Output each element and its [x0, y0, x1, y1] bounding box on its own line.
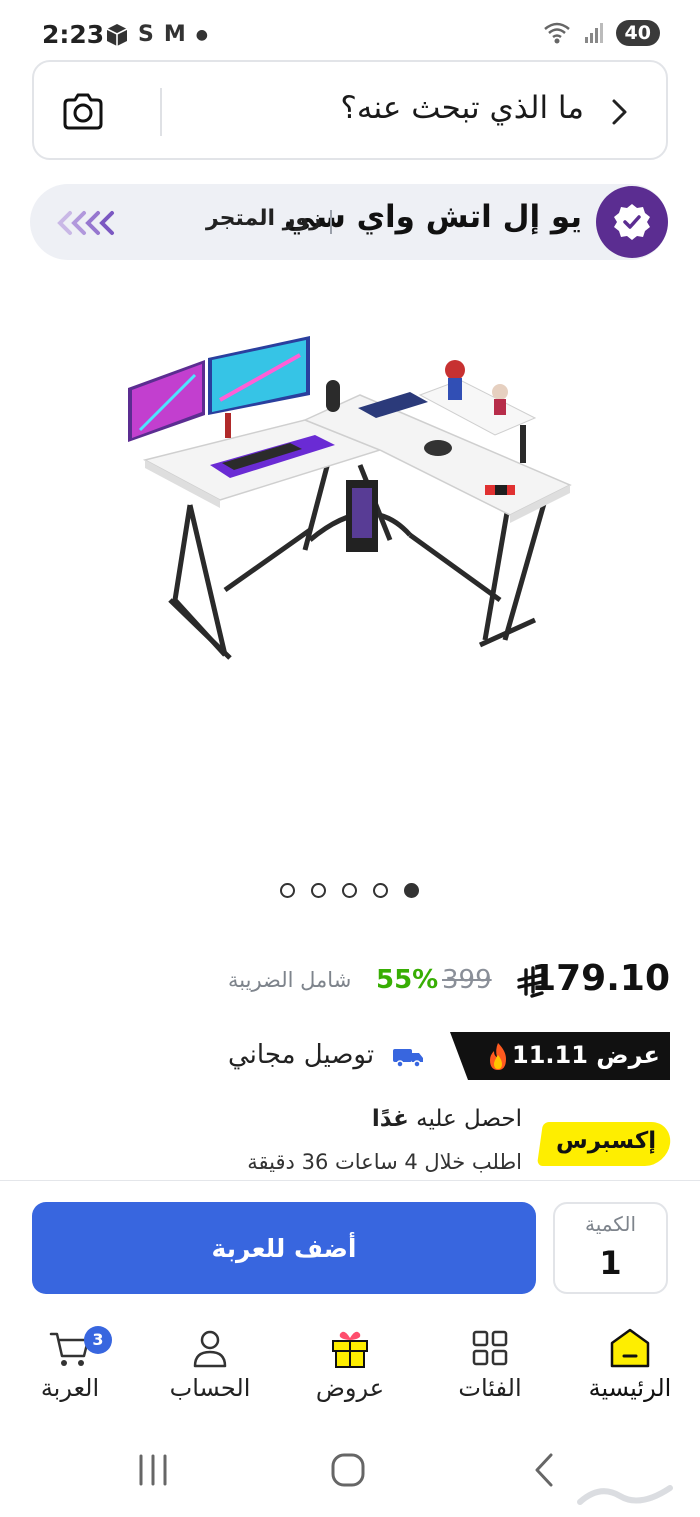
add-to-cart-button[interactable]: أضف للعربة	[32, 1202, 536, 1294]
free-delivery-label: توصيل مجاني	[228, 1040, 375, 1070]
status-time: 2:23	[42, 20, 105, 49]
nav-label-account: الحساب	[169, 1374, 251, 1402]
chevron-right-icon[interactable]	[602, 95, 636, 129]
account-icon	[193, 1330, 227, 1368]
home-icon	[610, 1328, 650, 1368]
categories-icon	[472, 1330, 508, 1366]
discount-percent: 55%	[376, 965, 439, 995]
store-name[interactable]: يو إل اتش واي سي	[284, 199, 582, 235]
tax-note: شامل الضريبة	[228, 968, 352, 992]
home-button-icon[interactable]	[328, 1450, 368, 1490]
truck-icon	[393, 1049, 423, 1068]
nav-item-home[interactable]: الرئيسية	[560, 1326, 700, 1402]
search-input[interactable]: ما الذي تبحث عنه؟	[340, 90, 584, 126]
image-pagination[interactable]	[280, 883, 419, 898]
visit-store-link[interactable]: زور المتجر	[206, 206, 322, 231]
nav-item-account[interactable]: الحساب	[140, 1326, 280, 1402]
nav-item-cart[interactable]: 3 العربة	[0, 1326, 140, 1402]
quantity-selector[interactable]: الكمية 1	[553, 1202, 668, 1294]
store-banner[interactable]: يو إل اتش واي سي زور المتجر	[30, 184, 668, 260]
status-system-icons: 40	[542, 20, 660, 46]
nav-item-categories[interactable]: الفئات	[420, 1326, 560, 1402]
camera-icon[interactable]	[61, 92, 105, 132]
quantity-label: الكمية	[584, 1212, 636, 1236]
back-icon[interactable]	[525, 1450, 565, 1490]
pagination-dot[interactable]	[280, 883, 295, 898]
offers-gift-icon	[332, 1331, 368, 1368]
s-icon: S	[138, 22, 154, 47]
pagination-dot[interactable]	[311, 883, 326, 898]
signal-icon	[584, 23, 603, 43]
express-label: إكسبرس	[556, 1128, 657, 1154]
battery-indicator: 40	[615, 20, 660, 46]
nav-label-home: الرئيسية	[588, 1374, 672, 1402]
old-price: 399	[442, 965, 492, 995]
search-divider	[160, 88, 162, 136]
riyal-icon	[517, 966, 544, 998]
package-icon	[106, 24, 128, 46]
cart-count-badge: 3	[84, 1326, 112, 1354]
status-notification-icons: S M ●	[106, 22, 208, 48]
chevrons-left-icon[interactable]	[56, 210, 138, 236]
pagination-dot-active[interactable]	[404, 883, 419, 898]
nav-label-categories: الفئات	[458, 1374, 522, 1402]
current-price: 179.10	[531, 958, 670, 999]
offer-label: عرض 11.11	[512, 1041, 660, 1069]
pagination-dot[interactable]	[373, 883, 388, 898]
product-image[interactable]	[110, 300, 590, 680]
watermark-logo	[577, 1485, 673, 1505]
nav-label-cart: العربة	[40, 1374, 100, 1402]
nav-label-offers: عروض	[315, 1374, 385, 1402]
delivery-estimate: احصل عليه غدًا	[371, 1106, 522, 1132]
pagination-dot[interactable]	[342, 883, 357, 898]
nav-item-offers[interactable]: عروض	[280, 1326, 420, 1402]
bottom-nav: الرئيسية الفئات عروض الحساب 3 العربة	[0, 1318, 700, 1418]
fire-icon	[490, 1043, 506, 1070]
quantity-value[interactable]: 1	[555, 1244, 666, 1282]
notification-dot-icon: ●	[195, 27, 208, 43]
verified-store-icon	[596, 186, 668, 258]
mail-icon: M	[163, 22, 186, 47]
recent-apps-icon[interactable]	[133, 1450, 173, 1490]
wifi-icon	[543, 22, 570, 44]
search-bar[interactable]: ما الذي تبحث عنه؟	[32, 60, 668, 160]
store-separator	[330, 210, 332, 234]
order-countdown: اطلب خلال 4 ساعات 36 دقيقة	[247, 1150, 522, 1174]
